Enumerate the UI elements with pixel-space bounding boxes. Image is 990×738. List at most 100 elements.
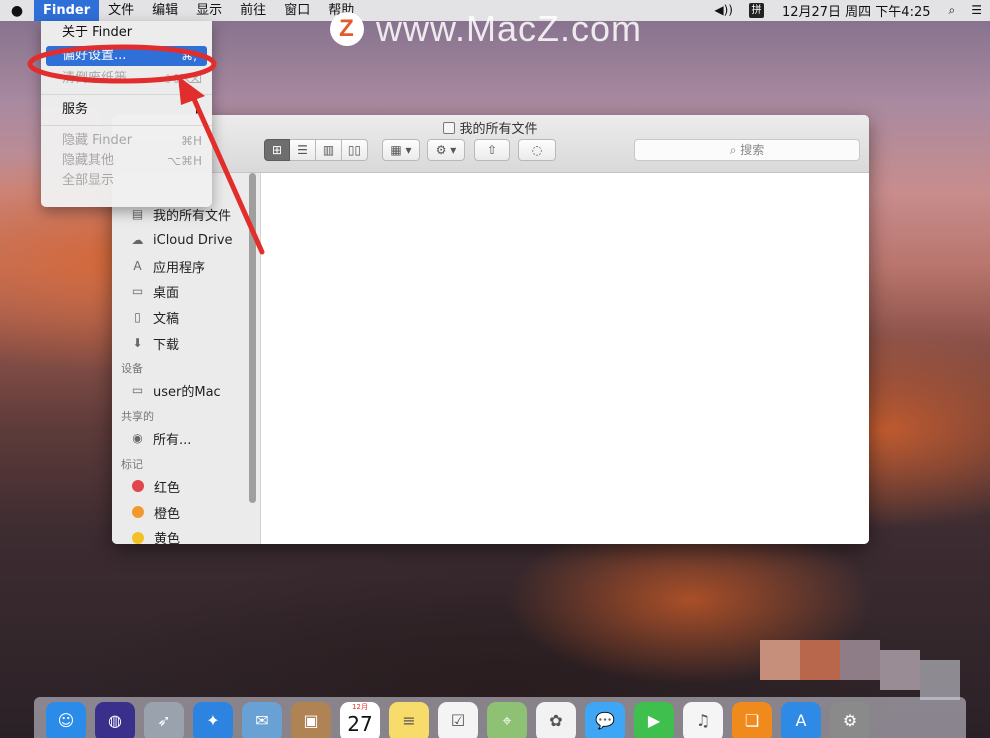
search-input[interactable]: ⌕ 搜索: [634, 139, 860, 161]
pixelated-region: [840, 640, 880, 680]
siri-dock-icon[interactable]: ◍: [95, 702, 135, 738]
search-icon: ⌕: [729, 143, 741, 157]
file-content-area[interactable]: [261, 173, 869, 544]
facetime-dock-icon[interactable]: ▶: [634, 702, 674, 738]
applications-icon: A: [133, 258, 142, 273]
menu-item-shortcut: ⌘H: [180, 134, 202, 148]
sidebar-item-applications[interactable]: A 应用程序: [112, 253, 260, 279]
menu-item-shortcut: ⇧⌘⌫: [162, 72, 202, 86]
input-method-icon[interactable]: 拼: [748, 3, 764, 18]
appstore-dock-icon[interactable]: A: [781, 702, 821, 738]
arrange-button[interactable]: ▦ ▾: [382, 139, 420, 161]
window-title: 我的所有文件: [112, 118, 869, 137]
share-button[interactable]: ⇧: [474, 139, 510, 161]
sidebar-item-tag-orange[interactable]: 橙色: [112, 499, 260, 525]
calendar-day: 27: [347, 712, 373, 736]
sidebar-item-label: 文稿: [153, 312, 180, 328]
spotlight-search-icon[interactable]: ⌕: [941, 0, 964, 21]
photos-dock-icon[interactable]: ✿: [536, 702, 576, 738]
sidebar-item-label: 应用程序: [153, 260, 206, 276]
tag-orange-dot-icon: [132, 506, 144, 519]
action-control: ⚙ ▾: [427, 139, 465, 161]
sidebar-item-shared-all[interactable]: ◉ 所有...: [112, 426, 260, 452]
all-files-icon: ▤: [131, 207, 144, 222]
menu-item-services[interactable]: 服务 ▸: [41, 100, 212, 120]
notes-dock-icon[interactable]: ≡: [389, 702, 429, 738]
menu-item-label: 全部显示: [62, 173, 115, 188]
maps-dock-icon[interactable]: ⌖: [487, 702, 527, 738]
cover-flow-button[interactable]: ▯▯: [342, 139, 368, 161]
menu-view[interactable]: 显示: [187, 0, 231, 21]
menu-item-show-all: 全部显示: [41, 171, 212, 191]
notification-center-icon[interactable]: ☰: [963, 0, 990, 21]
menu-item-label: 隐藏其他: [62, 153, 115, 168]
action-gear-button[interactable]: ⚙ ▾: [427, 139, 465, 161]
calendar-dock-icon[interactable]: 12月 27: [340, 702, 380, 738]
pixelated-region: [920, 660, 960, 700]
sidebar-item-label: 黄色: [154, 532, 181, 544]
menu-edit[interactable]: 编辑: [143, 0, 187, 21]
sidebar-item-desktop[interactable]: ▭ 桌面: [112, 279, 260, 305]
menu-item-about-finder[interactable]: 关于 Finder: [41, 23, 212, 43]
ibooks-dock-icon[interactable]: ❏: [732, 702, 772, 738]
tag-control: ◌: [518, 139, 556, 161]
messages-dock-icon[interactable]: 💬: [585, 702, 625, 738]
menu-item-label: 隐藏 Finder: [62, 133, 133, 148]
system-prefs-dock-icon[interactable]: ⚙: [830, 702, 870, 738]
sidebar-item-label: 橙色: [154, 506, 181, 522]
menu-file[interactable]: 文件: [99, 0, 143, 21]
sidebar-item-tag-yellow[interactable]: 黄色: [112, 525, 260, 544]
launchpad-dock-icon[interactable]: ➶: [144, 702, 184, 738]
menu-window[interactable]: 窗口: [275, 0, 319, 21]
sidebar-section-devices: 设备: [121, 362, 143, 376]
submenu-chevron-icon: ▸: [195, 103, 202, 117]
menu-item-shortcut: ⌘,: [181, 49, 197, 63]
sidebar: ▤ 我的所有文件 ☁ iCloud Drive A 应用程序 ▭ 桌面 ▯ 文稿…: [112, 173, 261, 544]
sidebar-item-documents[interactable]: ▯ 文稿: [112, 305, 260, 331]
desktop-icon: ▭: [131, 284, 144, 299]
sidebar-item-label: 红色: [154, 480, 181, 496]
cloud-icon: ☁: [131, 233, 144, 248]
tag-yellow-dot-icon: [132, 531, 144, 544]
menu-finder[interactable]: Finder: [34, 0, 100, 21]
contacts-dock-icon[interactable]: ▣: [291, 702, 331, 738]
window-titlebar: 我的所有文件 ⊞ ☰ ▥ ▯▯ ▦ ▾ ⚙ ▾ ⇧ ◌ ⌕ 搜索: [112, 115, 869, 173]
clock[interactable]: 12月27日 周四 下午4:25: [772, 1, 941, 20]
finder-menu-dropdown: 关于 Finder 偏好设置... ⌘, 清倒废纸篓... ⇧⌘⌫ 服务 ▸ 隐…: [41, 21, 212, 207]
sidebar-item-label: 所有...: [153, 433, 192, 449]
menu-go[interactable]: 前往: [231, 0, 275, 21]
apple-menu-icon[interactable]: ●: [0, 3, 34, 19]
network-icon: ◉: [132, 431, 143, 446]
sidebar-item-mac[interactable]: ▭ user的Mac: [112, 378, 260, 404]
sidebar-item-tag-red[interactable]: 红色: [112, 474, 260, 500]
menu-separator: [41, 125, 212, 126]
computer-icon: ▭: [131, 383, 144, 398]
menu-item-label: 服务: [62, 102, 89, 117]
pixelated-region: [760, 640, 800, 680]
list-view-button[interactable]: ☰: [290, 139, 316, 161]
sidebar-section-shared: 共享的: [121, 409, 154, 423]
search-placeholder: 搜索: [740, 143, 765, 157]
mail-dock-icon[interactable]: ✉: [242, 702, 282, 738]
watermark-logo: Z: [330, 12, 364, 46]
reminders-dock-icon[interactable]: ☑: [438, 702, 478, 738]
menu-item-label: 偏好设置...: [62, 48, 127, 63]
safari-dock-icon[interactable]: ✦: [193, 702, 233, 738]
sidebar-item-label: 下载: [153, 337, 180, 353]
volume-icon[interactable]: ◀)): [706, 0, 741, 21]
column-view-button[interactable]: ▥: [316, 139, 342, 161]
itunes-dock-icon[interactable]: ♫: [683, 702, 723, 738]
sidebar-item-icloud[interactable]: ☁ iCloud Drive: [112, 228, 260, 254]
sidebar-scrollbar[interactable]: [249, 173, 256, 503]
menu-item-preferences[interactable]: 偏好设置... ⌘,: [46, 46, 207, 66]
menu-item-hide-finder: 隐藏 Finder ⌘H: [41, 131, 212, 151]
sidebar-item-label: user的Mac: [153, 385, 221, 401]
menu-item-label: 关于 Finder: [62, 25, 133, 40]
sidebar-item-label: 我的所有文件: [153, 209, 232, 225]
sidebar-item-downloads[interactable]: ⬇ 下载: [112, 330, 260, 356]
tag-button[interactable]: ◌: [518, 139, 556, 161]
downloads-icon: ⬇: [132, 335, 143, 350]
finder-dock-icon[interactable]: ☺: [46, 702, 86, 738]
icon-view-button[interactable]: ⊞: [264, 139, 290, 161]
menu-item-empty-trash: 清倒废纸篓... ⇧⌘⌫: [41, 69, 212, 89]
